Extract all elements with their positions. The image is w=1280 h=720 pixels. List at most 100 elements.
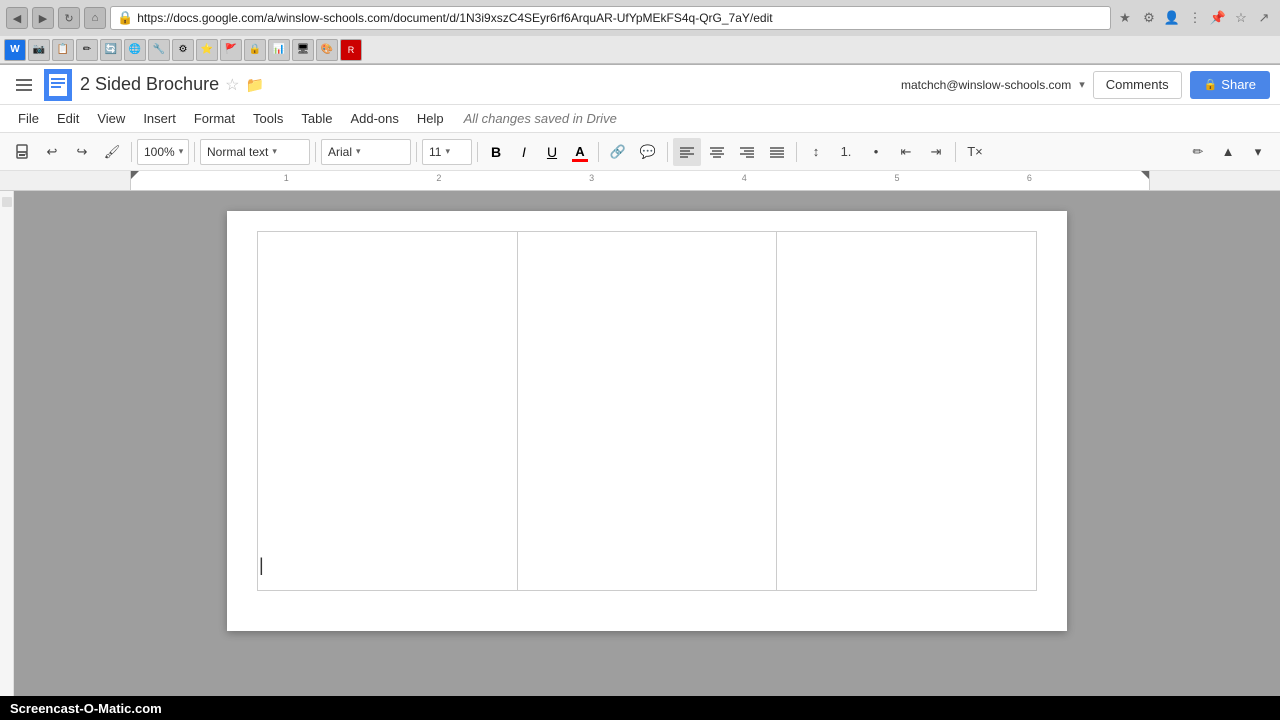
text-cursor[interactable]: | [259,555,264,576]
align-left-button[interactable] [673,138,701,166]
share-button[interactable]: 🔒 Share [1190,71,1270,99]
bulleted-list-button[interactable]: • [862,138,890,166]
undo-button[interactable]: ↩ [38,138,66,166]
page-content-area[interactable] [227,211,1067,611]
numbered-list-button[interactable]: 1. [832,138,860,166]
table-cell-1[interactable] [258,232,518,591]
redo-button[interactable]: ↪ [68,138,96,166]
menu-file[interactable]: File [10,108,47,129]
ext-star-icon[interactable]: ⭐ [196,39,218,61]
menu-edit[interactable]: Edit [49,108,87,129]
ext-camera-icon[interactable]: 📷 [28,39,50,61]
ext-globe-icon[interactable]: 🌐 [124,39,146,61]
bookmark-button[interactable]: ★ [1115,8,1135,28]
sidebar-icon-1[interactable] [2,197,12,207]
ext-tool-icon[interactable]: 🔧 [148,39,170,61]
gdocs-ruler: 1 2 3 4 5 6 [0,171,1280,191]
comments-button[interactable]: Comments [1093,71,1182,99]
text-color-underline [572,159,588,162]
menu-tools[interactable]: Tools [245,108,291,129]
browser-user-icon[interactable]: 👤 [1162,8,1182,28]
browser-menu-icon[interactable]: ⋮ [1185,8,1205,28]
ext-lock-icon[interactable]: 🔒 [244,39,266,61]
nav-reload-button[interactable]: ↻ [58,7,80,29]
nav-forward-button[interactable]: ▶ [32,7,54,29]
toolbar-chevron-up[interactable]: ▲ [1214,138,1242,166]
align-right-button[interactable] [733,138,761,166]
table-cell-3[interactable] [777,232,1037,591]
comment-button[interactable]: 💬 [634,138,662,166]
ext-red-icon[interactable]: R [340,39,362,61]
link-button[interactable]: 🔗 [604,138,632,166]
line-spacing-button[interactable]: ↕ [802,138,830,166]
font-size-dropdown[interactable]: 11 ▾ [422,139,472,165]
bold-button[interactable]: B [483,139,509,165]
font-value: Arial [328,145,352,159]
italic-button[interactable]: I [511,139,537,165]
menu-table[interactable]: Table [293,108,340,129]
doc-folder-icon[interactable]: 📁 [245,76,264,94]
browser-pin-icon[interactable]: 📌 [1208,8,1228,28]
ruler-left-indent[interactable] [131,171,139,179]
ext-gear-icon[interactable]: ⚙ [172,39,194,61]
font-arrow: ▾ [356,146,361,157]
text-color-button[interactable]: A [567,139,593,165]
document-page[interactable]: | [227,211,1067,631]
doc-star-icon[interactable]: ☆ [225,75,239,95]
document-table[interactable] [257,231,1037,591]
paint-format-button[interactable]: 🖌 [98,138,126,166]
align-justify-button[interactable] [763,138,791,166]
toolbar-sep-8 [796,142,797,162]
ext-w-icon[interactable]: W [4,39,26,61]
ssl-icon: 🔒 [117,10,133,26]
address-bar[interactable]: 🔒 [110,6,1111,30]
menu-format[interactable]: Format [186,108,243,129]
extension-bar: W 📷 📋 ✏ 🔄 🌐 🔧 ⚙ ⭐ 🚩 🔒 📊 🖥 🎨 R [0,36,1280,64]
toolbar-sep-1 [131,142,132,162]
style-dropdown[interactable]: Normal text ▾ [200,139,310,165]
document-canvas[interactable]: | [14,191,1280,697]
user-dropdown-arrow[interactable]: ▾ [1079,78,1085,91]
browser-toolbar: ◀ ▶ ↻ ⌂ 🔒 ★ ⚙ 👤 ⋮ 📌 ☆ ↗ [0,0,1280,36]
doc-title[interactable]: 2 Sided Brochure [80,74,219,95]
browser-settings-icon[interactable]: ⚙ [1139,8,1159,28]
clear-formatting-button[interactable]: T× [961,138,989,166]
menu-insert[interactable]: Insert [135,108,184,129]
doc-title-area: 2 Sided Brochure ☆ 📁 [80,74,901,95]
ext-pen-icon[interactable]: ✏ [76,39,98,61]
browser-share-icon[interactable]: ↗ [1254,8,1274,28]
menu-addons[interactable]: Add-ons [342,108,406,129]
underline-button[interactable]: U [539,139,565,165]
nav-back-button[interactable]: ◀ [6,7,28,29]
ext-screen-icon[interactable]: 🖥 [292,39,314,61]
toolbar-edit-pencil[interactable]: ✏ [1184,138,1212,166]
print-button[interactable] [8,138,36,166]
ext-palette-icon[interactable]: 🎨 [316,39,338,61]
ext-clipboard-icon[interactable]: 📋 [52,39,74,61]
hamburger-menu-button[interactable] [10,71,38,99]
font-dropdown[interactable]: Arial ▾ [321,139,411,165]
ext-flag-icon[interactable]: 🚩 [220,39,242,61]
toolbar-sep-7 [667,142,668,162]
toolbar-sep-5 [477,142,478,162]
ext-sync-icon[interactable]: 🔄 [100,39,122,61]
increase-indent-button[interactable]: ⇥ [922,138,950,166]
nav-home-button[interactable]: ⌂ [84,7,106,29]
url-input[interactable] [137,11,1104,25]
gdocs-titlebar: 2 Sided Brochure ☆ 📁 matchch@winslow-sch… [0,65,1280,105]
ruler-marks: 1 2 3 4 5 6 [131,171,1149,190]
ruler-right-indent[interactable] [1141,171,1149,179]
ruler-num-2: 2 [436,173,441,183]
browser-star-icon[interactable]: ☆ [1231,8,1251,28]
table-cell-2[interactable] [517,232,777,591]
decrease-indent-button[interactable]: ⇤ [892,138,920,166]
menu-view[interactable]: View [89,108,133,129]
menu-help[interactable]: Help [409,108,452,129]
toolbar-collapse[interactable]: ▾ [1244,138,1272,166]
zoom-dropdown[interactable]: 100% ▾ [137,139,189,165]
gdocs-main-area: | [0,191,1280,697]
ext-chart-icon[interactable]: 📊 [268,39,290,61]
toolbar-sep-4 [416,142,417,162]
toolbar-sep-9 [955,142,956,162]
align-center-button[interactable] [703,138,731,166]
